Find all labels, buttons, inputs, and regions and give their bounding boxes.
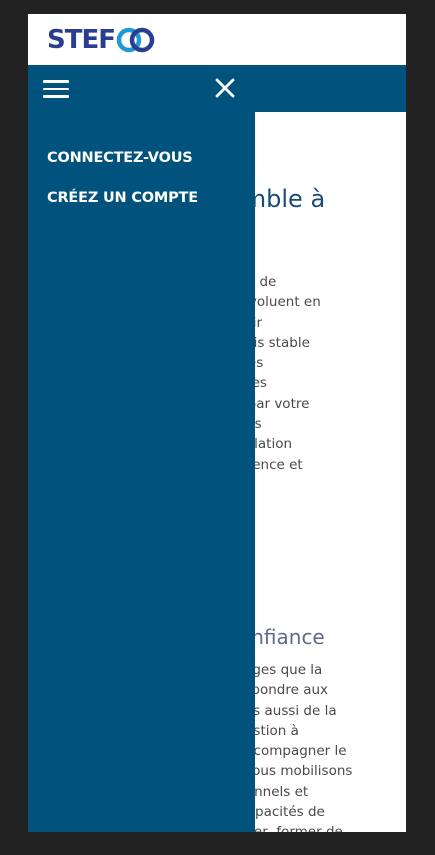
create-account-link[interactable]: CRÉEZ UN COMPTE	[47, 190, 198, 206]
hamburger-line	[43, 95, 69, 98]
login-link[interactable]: CONNECTEZ-VOUS	[47, 150, 193, 166]
logo-rings-icon	[116, 27, 155, 53]
navigation-drawer: CONNECTEZ-VOUS CRÉEZ UN COMPTE	[28, 65, 255, 832]
stef-logo[interactable]: STEF	[47, 25, 156, 55]
site-header: STEF	[28, 14, 406, 65]
logo-wordmark: STEF	[47, 25, 116, 55]
hamburger-line	[43, 87, 69, 90]
app-viewport: STEF emble à rité, de é évoluent en uvoi…	[28, 14, 406, 832]
hamburger-icon[interactable]	[43, 80, 69, 98]
hamburger-line	[43, 80, 69, 83]
close-icon[interactable]	[214, 77, 236, 99]
